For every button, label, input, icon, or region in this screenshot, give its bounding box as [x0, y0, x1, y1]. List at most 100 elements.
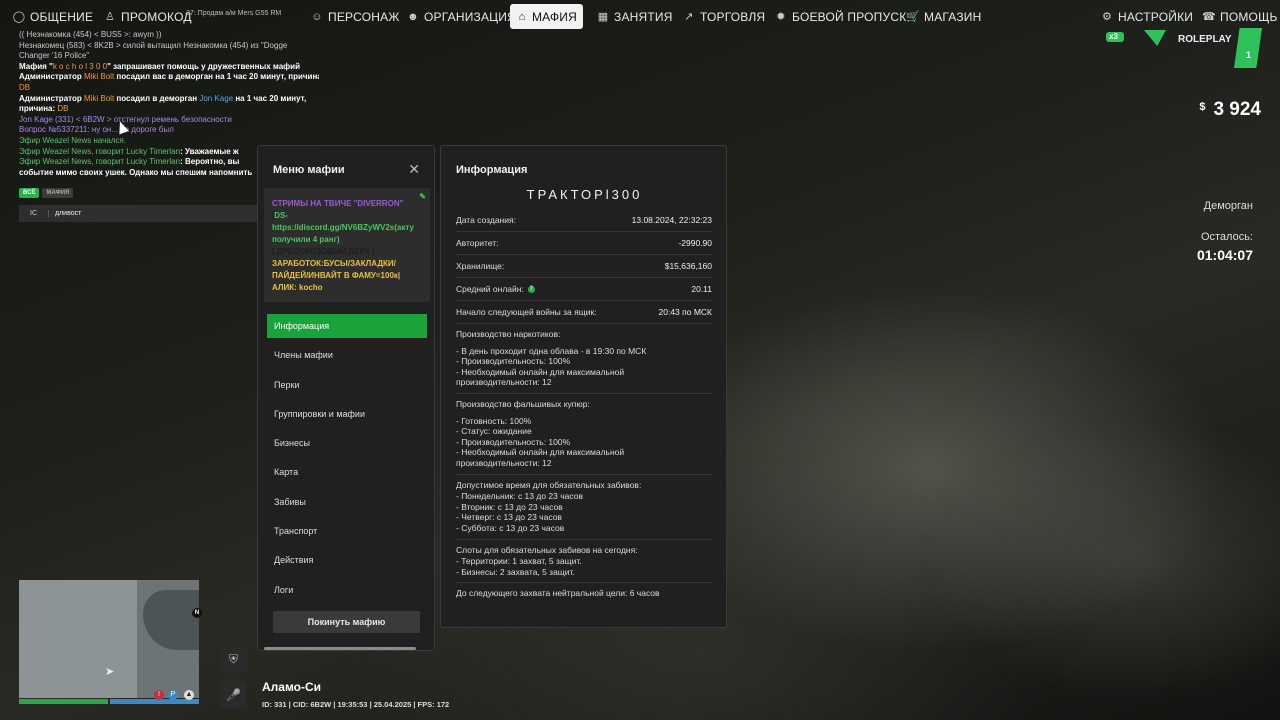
boat-icon: ▲	[184, 690, 194, 700]
nav-trade[interactable]: ↗ ТОРГОВЛЯ	[676, 4, 771, 29]
gear-badge-icon: ✹	[776, 11, 786, 23]
help-icon: ☎	[1202, 11, 1216, 23]
nav-chat[interactable]: ◯ ОБЩЕНИЕ	[6, 4, 99, 29]
chat-segment: Miki Bolt	[83, 93, 115, 103]
info-block-line: - Вторник: с 13 до 23 часов	[456, 501, 563, 512]
menu-item[interactable]: Карта	[267, 460, 427, 484]
info-block-line: - Необходимый онлайн для максимальной	[456, 366, 625, 377]
chat-line: Мафия "k o c h o l 3 0 0" запрашивает по…	[19, 62, 319, 73]
chat-segment: Незнакомец (583) < 8K2B > силой вытащил …	[19, 40, 288, 50]
info-block-heading: Производство наркотиков:	[456, 329, 561, 339]
mafia-menu: Меню мафии ✕ ✎ СТРИМЫ НА ТВИЧЕ "DIVERRON…	[257, 145, 435, 651]
money-display: $3 924	[1199, 99, 1261, 121]
logo-badge-text: x3	[1109, 32, 1118, 41]
nav-battlepass[interactable]: ✹ БОЕВОЙ ПРОПУСК	[768, 4, 912, 29]
org-name: ТРАКТОРl300	[526, 187, 643, 202]
chat-segment: посадил вас в деморган на 1 час 20 минут…	[114, 72, 319, 82]
nav-shop[interactable]: 🛒 МАГАЗИН	[900, 4, 988, 29]
menu-title: Меню мафии	[273, 164, 345, 176]
player-arrow-icon: ➤	[105, 666, 115, 678]
question-icon[interactable]: ?	[527, 286, 535, 294]
chat-line: Незнакомец (583) < 8K2B > силой вытащил …	[19, 41, 319, 52]
chat-line: Jon Kage (331) < 6B2W > отстегнул ремень…	[19, 115, 319, 126]
announcement-text: СТРИМЫ НА ТВИЧЕ "DIVERRON"	[272, 199, 404, 208]
chat-segment: Администратор	[19, 72, 84, 82]
menu-item[interactable]: Перки	[267, 373, 427, 397]
info-block: Слоты для обязательных забивов на сегодн…	[456, 540, 712, 584]
leave-mafia-button[interactable]: Покинуть мафию	[273, 611, 420, 633]
info-block-line: - Суббота: с 13 до 23 часов	[456, 522, 565, 533]
status-line: ID: 331 | CID: 6B2W | 19:35:53 | 25.04.2…	[262, 700, 450, 709]
chat-segment: Lucky Timerlan	[126, 146, 181, 156]
info-block-line: - Бизнесы: 2 захвата, 5 защит.	[456, 566, 575, 577]
microphone-icon[interactable]: 🎤	[220, 681, 247, 708]
chat-segment: Miki Bolt	[83, 72, 115, 82]
chat-channel[interactable]: IC	[19, 210, 49, 217]
menu-item[interactable]: Транспорт	[267, 519, 427, 543]
shield-icon[interactable]: ⛨	[220, 646, 247, 673]
announcement-text: РОЗОВЫЙ ВЕРХ |	[304, 247, 375, 256]
chat-input-text[interactable]: дливост	[49, 210, 81, 217]
menu-item[interactable]: Члены мафии	[267, 343, 427, 367]
chat-segment: на 1 час 20 минут,	[233, 93, 307, 103]
chat-input[interactable]: IC дливост	[19, 205, 259, 222]
chat-tab-mafia[interactable]: МАФИЯ	[42, 188, 74, 198]
scrollbar[interactable]	[264, 647, 416, 650]
chat-segment: : Вероятно, вы	[180, 157, 240, 167]
chat-segment: Администратор	[19, 93, 84, 103]
info-value: $15,636,160	[664, 261, 712, 271]
info-value: 20.11	[691, 284, 712, 294]
menu-item[interactable]: Группировки и мафии	[267, 402, 427, 426]
users-icon: ☻	[407, 10, 419, 23]
menu-item[interactable]: Логи	[267, 578, 427, 602]
chat-line: Вопрос №5337211: ну он... на дороге был	[19, 125, 319, 136]
chat-segment: Lucky Timerlan	[126, 157, 181, 167]
jail-label: Деморган	[1203, 200, 1253, 212]
menu-item[interactable]: Забивы	[267, 490, 427, 514]
info-block-line: - Производительность: 100%	[456, 436, 571, 447]
health-bar	[19, 699, 108, 704]
announcement-text: АЛИК: kocho	[272, 283, 323, 292]
north-icon: N	[192, 608, 202, 618]
nav-promo[interactable]: ♙ ПРОМОКОД	[97, 4, 198, 29]
info-value: -2990.90	[678, 238, 712, 248]
info-label: Дата создания:	[456, 215, 516, 225]
info-block-line: - Производительность: 100%	[456, 356, 571, 367]
chat-segment: (( Незнакомка (454) < BUS5 >: awym ))	[19, 30, 162, 39]
armor-bar	[110, 699, 199, 704]
info-label: Авторитет:	[456, 238, 499, 248]
chat-segment: : Уважаемые ж	[180, 146, 239, 156]
chat-tab-all[interactable]: ВСЁ	[19, 188, 40, 198]
jail-timer: Деморган Осталось: 01:04:07	[1197, 200, 1253, 263]
info-block-heading: Допустимое время для обязательных забиво…	[456, 479, 642, 490]
nav-mafia[interactable]: ⌂ МАФИЯ	[510, 4, 583, 29]
menu-item[interactable]: Бизнесы	[267, 431, 427, 455]
chart-icon: ↗	[684, 11, 694, 23]
chat-line: причина: DB	[19, 104, 319, 115]
nav-character[interactable]: ☺ ПЕРСОНАЖ	[304, 4, 406, 29]
edit-icon[interactable]: ✎	[419, 191, 426, 203]
menu-item[interactable]: Действия	[267, 548, 427, 572]
info-row: Авторитет: -2990.90	[456, 232, 712, 255]
info-block: Производство наркотиков: - В день проходи…	[456, 324, 712, 394]
chat-segment: Эфир Weazel News, говорит	[19, 146, 127, 156]
info-block-heading: Слоты для обязательных забивов на сегодн…	[456, 544, 638, 555]
announcement-text: получили 4 ранг)	[272, 235, 340, 244]
chat-line: (( Незнакомка (454) < BUS5 >: awym ))	[19, 30, 319, 41]
chat-segment: посадил в деморган	[114, 93, 200, 103]
announcement-text: | ДРЕСС	[272, 247, 305, 256]
chat-tabs: ВСЁ МАФИЯ	[19, 188, 74, 198]
info-block-line: - Необходимый онлайн для максимальной	[456, 447, 625, 458]
menu-item[interactable]: Информация	[267, 314, 427, 338]
logo-text: ROLEPLAY	[1178, 34, 1232, 45]
jail-timer-value: 01:04:07	[1196, 247, 1253, 263]
menu-list: Информация Члены мафии Перки Группировки и …	[267, 314, 427, 607]
nav-organization[interactable]: ☻ ОРГАНИЗАЦИЯ	[400, 4, 522, 29]
info-block-line: - В день проходит одна облава - в 19:30 …	[456, 345, 647, 356]
nav-activities[interactable]: ▦ ЗАНЯТИЯ	[590, 4, 679, 29]
info-block: Производство фальшивых купюр: - Готовност…	[456, 394, 712, 475]
mafia-announcement: ✎ СТРИМЫ НА ТВИЧЕ "DIVERRON" |DS-https:/…	[264, 188, 430, 302]
close-icon[interactable]: ✕	[408, 161, 420, 178]
logo-flag	[1234, 28, 1262, 68]
info-panel: Информация ТРАКТОРl300 Дата создания: 13.…	[440, 145, 727, 628]
